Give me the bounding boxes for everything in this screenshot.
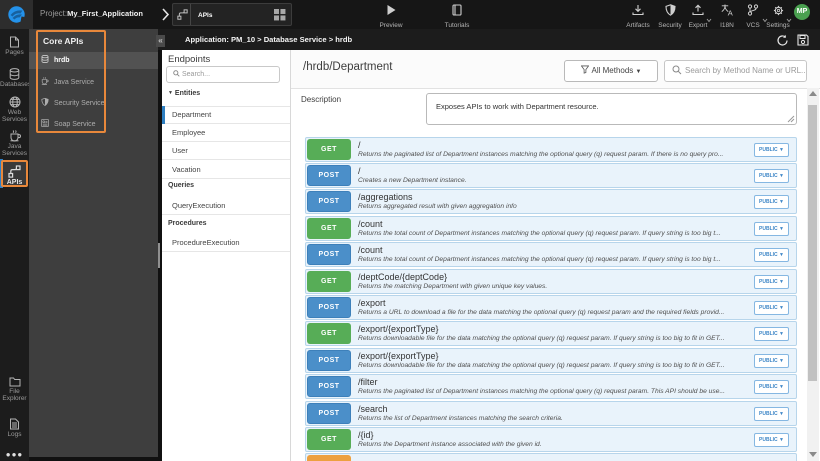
svg-text:A: A (727, 9, 732, 17)
